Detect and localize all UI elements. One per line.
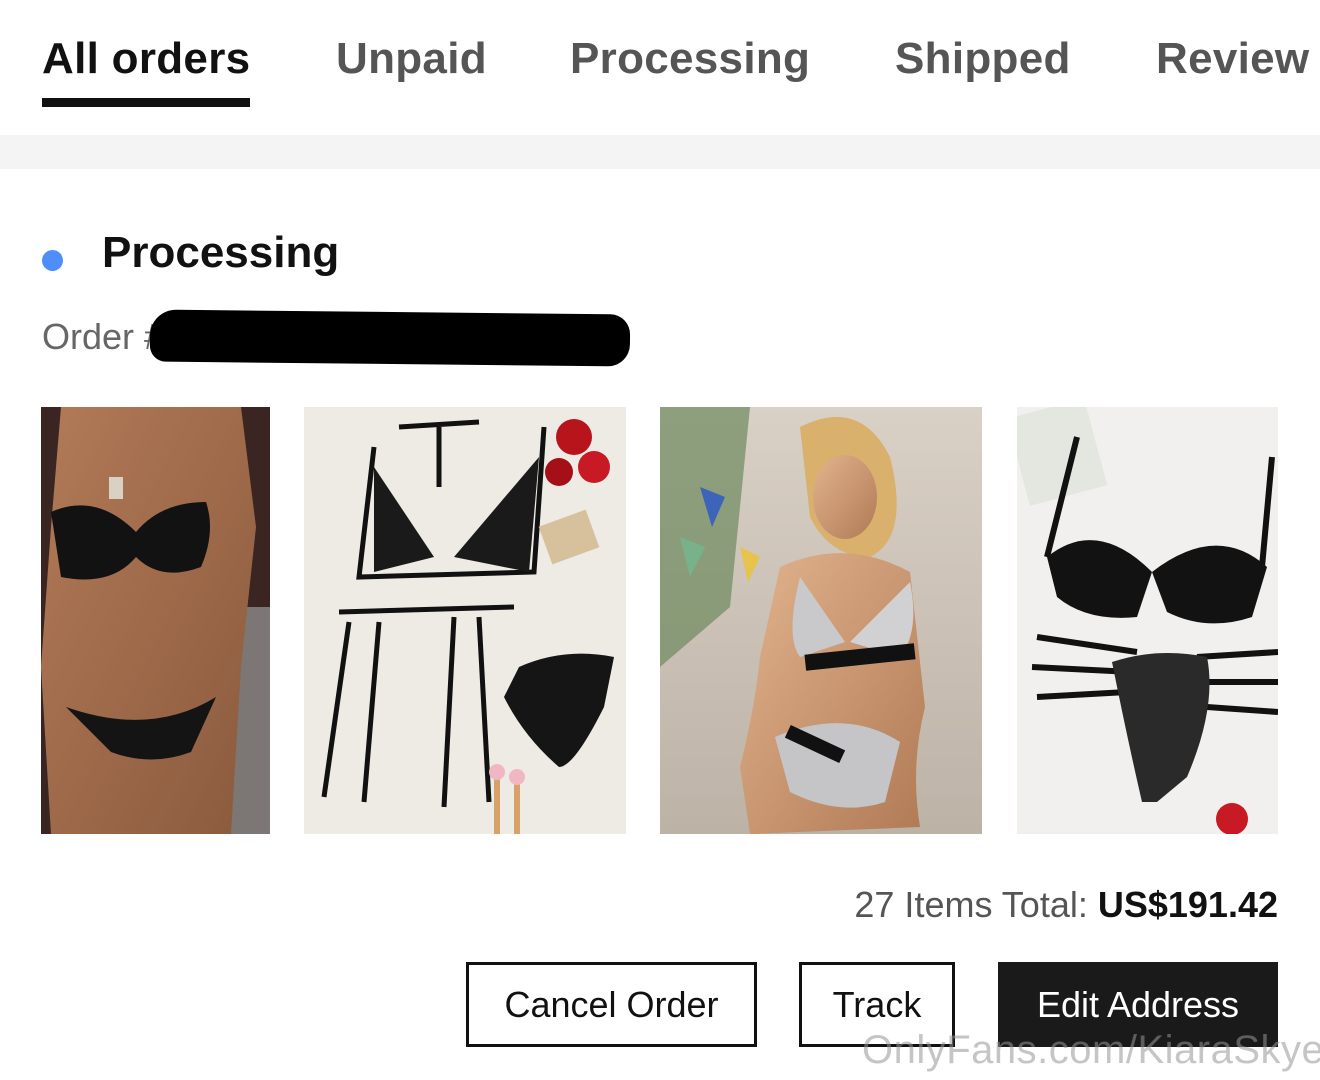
tab-unpaid[interactable]: Unpaid — [336, 34, 487, 84]
section-divider — [0, 135, 1320, 169]
product-thumbnail-4[interactable] — [1017, 407, 1278, 834]
total-amount: US$191.42 — [1097, 884, 1278, 925]
order-number-label: Order # — [42, 316, 165, 357]
order-tabs: All orders Unpaid Processing Shipped Rev… — [0, 0, 1320, 135]
cancel-order-button[interactable]: Cancel Order — [466, 962, 757, 1047]
tab-shipped[interactable]: Shipped — [895, 34, 1071, 84]
product-photo-icon — [41, 407, 270, 834]
product-photo-icon — [304, 407, 626, 834]
tab-review[interactable]: Review — [1156, 34, 1309, 84]
order-total: 27 Items Total: US$191.42 — [854, 884, 1278, 926]
tab-processing[interactable]: Processing — [570, 34, 810, 84]
watermark: OnlyFans.com/KiaraSkye — [862, 1028, 1320, 1072]
product-thumbnail-1[interactable] — [41, 407, 270, 834]
items-total-label: 27 Items Total: — [854, 884, 1098, 925]
product-thumbnail-2[interactable] — [304, 407, 626, 834]
order-number-redaction — [149, 309, 631, 367]
order-status: Processing — [102, 228, 340, 277]
active-tab-indicator — [42, 98, 250, 107]
product-photo-icon — [1017, 407, 1278, 834]
product-thumbnail-3[interactable] — [660, 407, 982, 834]
tab-all-orders[interactable]: All orders — [42, 34, 250, 84]
status-dot-icon — [42, 250, 63, 271]
product-photo-icon — [660, 407, 982, 834]
